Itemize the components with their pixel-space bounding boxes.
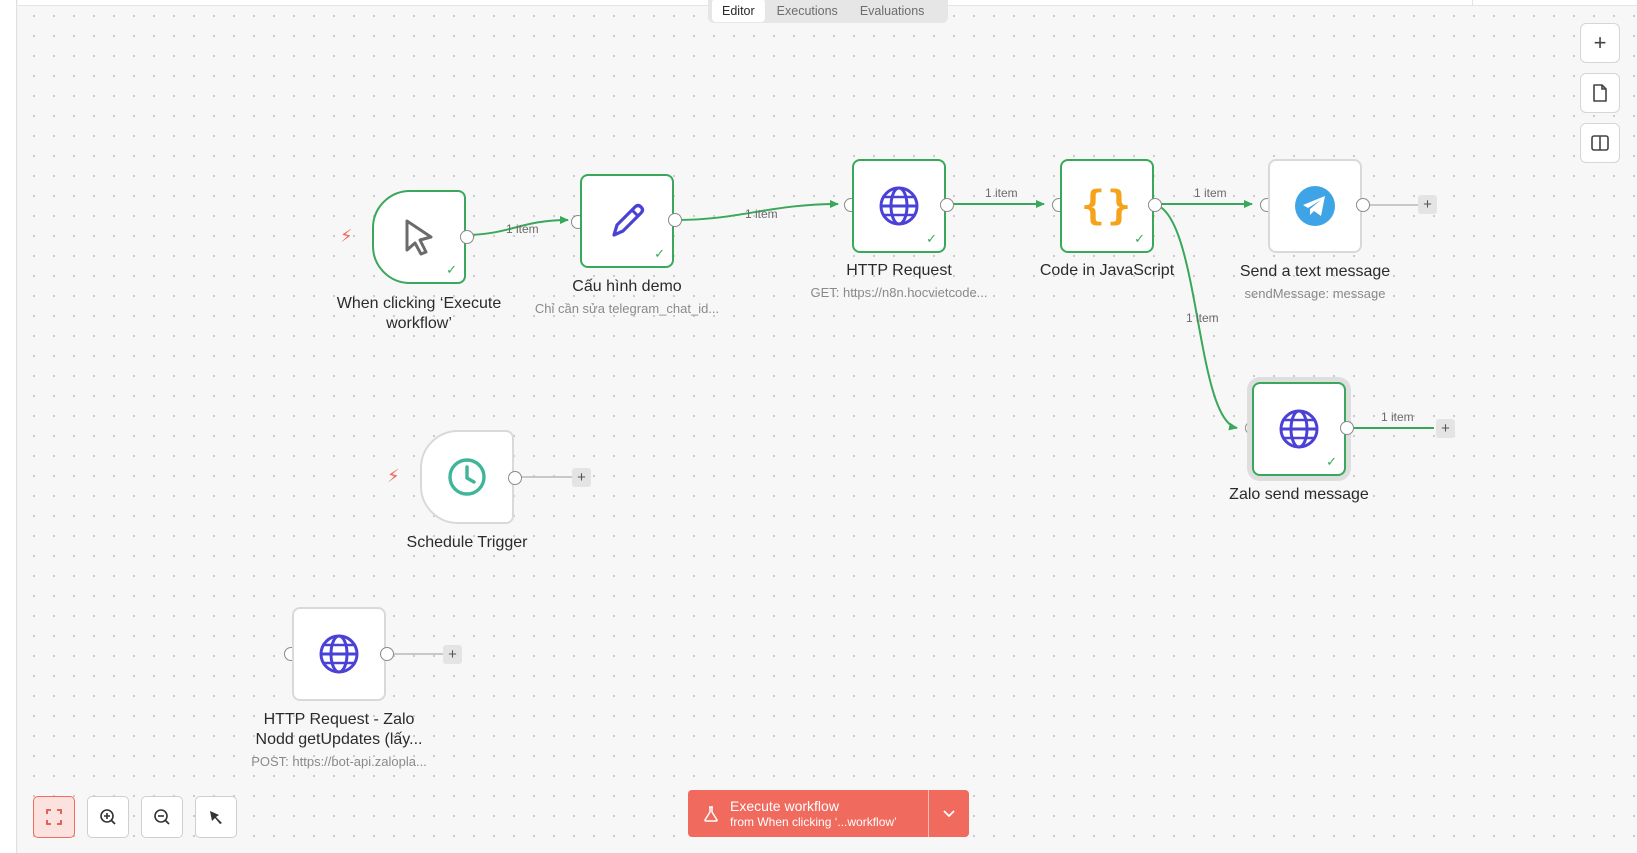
success-check-icon: ✓	[1326, 454, 1337, 469]
globe-icon	[1279, 409, 1319, 449]
add-sticky-note-button[interactable]	[1580, 73, 1620, 113]
success-check-icon: ✓	[654, 246, 665, 261]
tab-editor[interactable]: Editor	[712, 0, 765, 22]
header-divider	[1472, 0, 1473, 6]
node-telegram-send[interactable]	[1268, 159, 1362, 253]
output-port[interactable]	[380, 647, 394, 661]
node-manual-trigger[interactable]: ✓	[372, 190, 466, 284]
node-zalo-send-message[interactable]: ✓	[1252, 382, 1346, 476]
success-check-icon: ✓	[1134, 231, 1145, 246]
tidy-up-icon	[210, 811, 222, 824]
output-port[interactable]	[940, 198, 954, 212]
tidy-up-button[interactable]	[195, 796, 237, 838]
clock-icon	[448, 458, 486, 496]
telegram-icon	[1295, 186, 1335, 226]
flask-icon	[704, 805, 718, 822]
execute-label: Execute workflow	[730, 797, 839, 814]
node-subtitle: sendMessage: message	[1244, 286, 1386, 301]
success-check-icon: ✓	[926, 231, 937, 246]
node-http-request[interactable]: ✓	[852, 159, 946, 253]
execute-workflow-main[interactable]: Execute workflow from When clicking ‘...…	[688, 790, 928, 837]
zoom-out-icon	[154, 809, 170, 825]
add-node-button[interactable]: +	[443, 645, 462, 664]
node-subtitle: POST: https://bot-api.zalopla...	[251, 754, 427, 769]
execute-sublabel: from When clicking ‘...workflow’	[730, 814, 897, 829]
node-config-demo[interactable]: ✓	[580, 174, 674, 268]
output-port[interactable]	[1356, 198, 1370, 212]
sticky-note-icon	[1593, 84, 1607, 102]
fit-view-icon	[46, 809, 62, 825]
tab-evaluations[interactable]: Evaluations	[850, 0, 935, 22]
execute-options-button[interactable]	[929, 790, 969, 837]
node-title: When clicking ‘Execute workflow’	[336, 295, 502, 332]
output-port[interactable]	[1340, 421, 1354, 435]
node-title: Send a text message	[1239, 263, 1391, 280]
pencil-icon	[612, 203, 645, 237]
node-schedule-trigger[interactable]	[420, 430, 514, 524]
zoom-in-icon	[100, 809, 116, 825]
globe-icon	[319, 634, 359, 674]
execute-divider	[928, 790, 929, 837]
add-node-button[interactable]: +	[1436, 419, 1455, 438]
output-port[interactable]	[668, 213, 682, 227]
add-node-button[interactable]: +	[572, 468, 591, 487]
output-port[interactable]	[460, 230, 474, 244]
view-tabs: Editor Executions Evaluations	[708, 0, 948, 23]
add-node-button[interactable]: +	[1418, 195, 1437, 214]
zoom-in-button[interactable]	[87, 796, 129, 838]
node-title: HTTP Request	[846, 262, 952, 279]
node-subtitle: GET: https://n8n.hocvietcode...	[810, 285, 988, 300]
node-title: Cấu hình demo	[572, 278, 682, 295]
success-check-icon: ✓	[446, 262, 457, 277]
panel-icon	[1591, 135, 1609, 151]
chevron-down-icon	[943, 809, 955, 817]
cursor-icon	[405, 219, 433, 256]
trigger-bolt-icon: ⚡︎	[387, 466, 400, 486]
plus-icon: +	[1593, 30, 1607, 55]
tab-executions[interactable]: Executions	[767, 0, 848, 22]
node-zalo-get-updates[interactable]	[292, 607, 386, 701]
zoom-out-button[interactable]	[141, 796, 183, 838]
node-title: Code in JavaScript	[1039, 262, 1175, 279]
left-sidebar-edge	[0, 0, 17, 853]
node-title: Zalo send message	[1229, 486, 1369, 503]
node-title: Schedule Trigger	[406, 534, 528, 551]
braces-icon: {}	[1080, 183, 1134, 229]
node-code-javascript[interactable]: {} ✓	[1060, 159, 1154, 253]
add-node-panel-button[interactable]: +	[1580, 23, 1620, 63]
node-subtitle: Chỉ cần sửa telegram_chat_id...	[534, 301, 720, 316]
globe-icon	[879, 186, 919, 226]
node-title: HTTP Request - Zalo Nodd getUpdates (lấy…	[255, 711, 423, 748]
fit-view-button[interactable]	[33, 796, 75, 838]
execute-workflow-button[interactable]: Execute workflow from When clicking ‘...…	[688, 790, 969, 837]
trigger-bolt-icon: ⚡︎	[340, 226, 353, 246]
output-port[interactable]	[1148, 198, 1162, 212]
toggle-panel-button[interactable]	[1580, 123, 1620, 163]
output-port[interactable]	[508, 471, 522, 485]
